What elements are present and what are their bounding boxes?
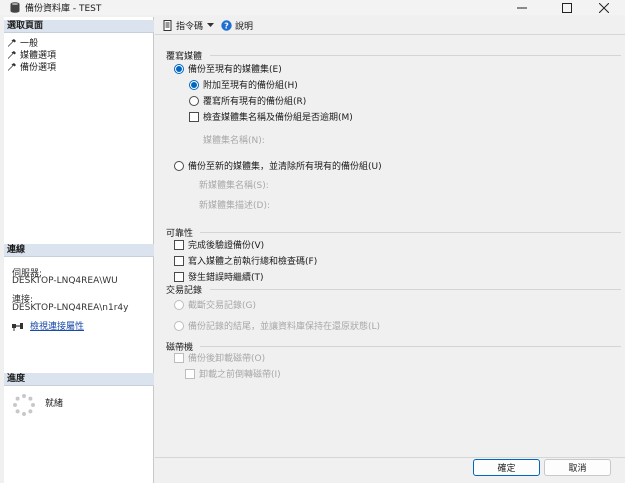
check-media-name-checkbox[interactable]: 檢查媒體集名稱及備份組是否逾期(M) (189, 110, 353, 123)
media-set-name-label: 媒體集名稱(N): (203, 136, 265, 146)
close-icon (599, 2, 609, 13)
checkbox-box (174, 271, 184, 282)
backup-existing-media-radio[interactable]: 備份至現有的媒體集(E) (174, 62, 282, 75)
help-icon: ? (221, 20, 232, 31)
chevron-down-icon (207, 23, 215, 27)
option-label: 備份後卸載磁帶(O) (188, 354, 266, 364)
new-media-set-desc-input[interactable] (399, 195, 617, 209)
nav-item-backup-options[interactable]: 備份選項 (7, 61, 57, 73)
checkbox-box (174, 352, 184, 363)
radio-circle (174, 63, 184, 74)
option-label: 卸載之前倒轉磁帶(I) (199, 370, 281, 380)
new-media-set-name-label: 新媒體集名稱(S): (199, 181, 269, 191)
new-media-set-desc-label: 新媒體集描述(D): (199, 201, 270, 211)
radio-circle (189, 95, 199, 106)
group-divider (200, 232, 621, 233)
backup-log-tail-radio[interactable]: 備份記錄的結尾，並讓資料庫保持在還原狀態(L) (174, 319, 380, 332)
transaction-log-header: 交易記錄 (166, 286, 203, 296)
maximize-button[interactable] (549, 0, 585, 15)
close-button[interactable] (586, 0, 622, 15)
script-button[interactable]: 指令碼 (163, 19, 203, 32)
option-label: 寫入媒體之前執行總和檢查碼(F) (188, 257, 318, 267)
radio-circle (174, 160, 184, 171)
checksum-checkbox[interactable]: 寫入媒體之前執行總和檢查碼(F) (174, 254, 317, 267)
append-backup-set-radio[interactable]: 附加至現有的備份組(H) (189, 78, 298, 91)
radio-circle (174, 320, 184, 331)
unload-tape-checkbox[interactable]: 備份後卸載磁帶(O) (174, 351, 265, 364)
checkbox-box (174, 239, 184, 250)
nav-item-media-options[interactable]: 媒體選項 (7, 49, 56, 61)
group-divider (200, 346, 621, 347)
wrench-icon (8, 62, 16, 71)
checkbox-box (189, 111, 199, 122)
cancel-button[interactable]: 取消 (544, 459, 611, 476)
connection-header: 連線 (4, 244, 154, 257)
progress-status: 就緒 (45, 399, 64, 409)
backup-new-media-radio[interactable]: 備份至新的媒體集，並清除所有現有的備份組(U) (174, 159, 382, 172)
radio-circle (189, 79, 199, 90)
truncate-log-radio[interactable]: 截斷交易記錄(G) (174, 298, 256, 311)
progress-header: 進度 (4, 373, 154, 386)
checkbox-box (174, 255, 184, 266)
connection-plug-icon (12, 322, 23, 331)
media-set-name-input[interactable] (399, 131, 617, 145)
help-label: 說明 (235, 22, 254, 32)
svg-text:?: ? (224, 22, 229, 31)
maximize-icon (562, 2, 572, 13)
new-media-set-name-input[interactable] (399, 176, 617, 190)
overwrite-all-radio[interactable]: 覆寫所有現有的備份組(R) (189, 94, 306, 107)
window-title: 備份資料庫 - TEST (25, 4, 102, 14)
wrench-icon (8, 50, 16, 59)
group-divider (210, 55, 621, 56)
select-page-header: 選取頁面 (4, 20, 154, 33)
overwrite-media-group: 覆寫媒體 (166, 49, 621, 62)
script-dropdown[interactable] (207, 23, 217, 28)
title-bar: 備份資料庫 - TEST (0, 0, 625, 15)
nav-item-label: 備份選項 (20, 63, 57, 73)
option-label: 備份至現有的媒體集(E) (188, 65, 282, 75)
option-label: 備份記錄的結尾，並讓資料庫保持在還原狀態(L) (188, 322, 381, 332)
database-icon (10, 2, 20, 13)
transaction-log-group: 交易記錄 (166, 283, 621, 296)
continue-on-error-checkbox[interactable]: 發生錯誤時繼續(T) (174, 270, 264, 283)
group-divider (210, 289, 621, 290)
option-label: 完成後驗證備份(V) (188, 241, 265, 251)
toolbar: 指令碼 ? 說明 (155, 17, 625, 35)
option-label: 備份至新的媒體集，並清除所有現有的備份組(U) (188, 162, 382, 172)
right-pane: 指令碼 ? 說明 覆寫媒體 備份至現有的媒體集(E) 附加至現有的備份組(H) … (155, 17, 625, 483)
ok-button[interactable]: 確定 (473, 459, 540, 476)
server-value: DESKTOP-LNQ4REA\WU (12, 276, 118, 286)
option-label: 發生錯誤時繼續(T) (188, 273, 264, 283)
view-connection-properties[interactable]: 檢視連接屬性 (12, 319, 84, 332)
connection-value: DESKTOP-LNQ4REA\n1r4y (12, 303, 129, 313)
option-label: 截斷交易記錄(G) (188, 301, 256, 311)
progress-spinner-icon (13, 394, 35, 416)
left-pane: 選取頁面 一般 媒體選項 備份選項 連線 伺服器: DESKTOP-LNQ4RE… (4, 17, 154, 483)
progress-area: 就緒 (12, 393, 63, 417)
script-label: 指令碼 (176, 22, 204, 32)
rewind-tape-checkbox[interactable]: 卸載之前倒轉磁帶(I) (185, 367, 281, 380)
verify-backup-checkbox[interactable]: 完成後驗證備份(V) (174, 238, 264, 251)
option-label: 檢查媒體集名稱及備份組是否逾期(M) (203, 113, 353, 123)
script-icon (163, 20, 172, 31)
minimize-button[interactable] (504, 0, 540, 15)
wrench-icon (8, 38, 16, 47)
option-label: 覆寫所有現有的備份組(R) (203, 97, 307, 107)
option-label: 附加至現有的備份組(H) (203, 81, 298, 91)
help-button[interactable]: ? 說明 (221, 19, 253, 32)
view-connection-properties-link[interactable]: 檢視連接屬性 (30, 319, 84, 332)
overwrite-media-header: 覆寫媒體 (166, 52, 203, 62)
checkbox-box (185, 368, 195, 379)
minimize-icon (517, 7, 527, 8)
radio-circle (174, 299, 184, 310)
nav-item-general[interactable]: 一般 (7, 37, 38, 49)
